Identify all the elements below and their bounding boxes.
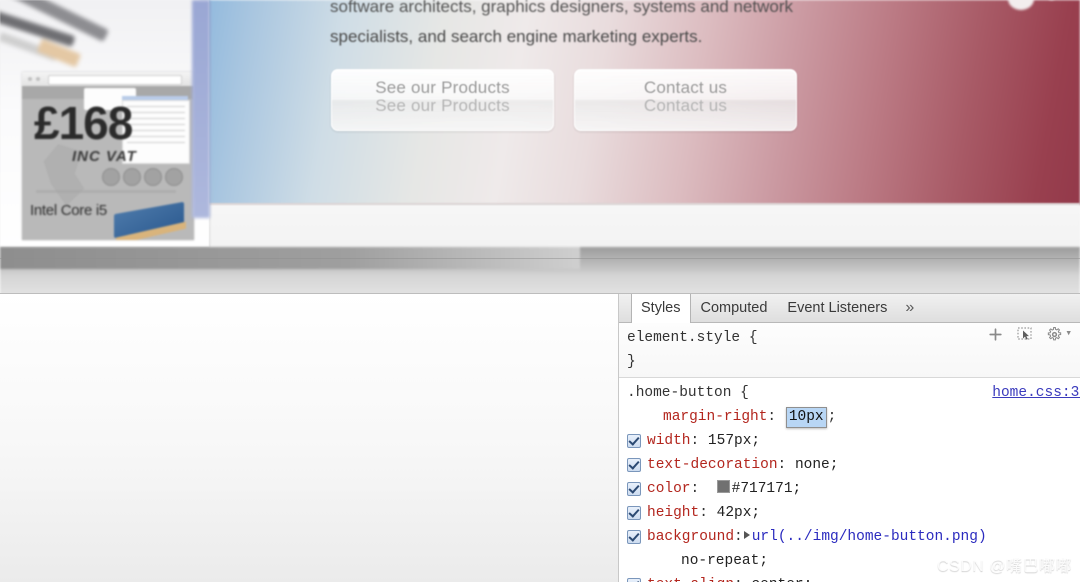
declaration-checkbox-disabled [627, 410, 639, 422]
element-state-icon[interactable] [1017, 327, 1033, 342]
property-value-height[interactable]: 42px; [717, 505, 761, 521]
margin-right-semicolon: ; [828, 409, 837, 425]
contact-us-label: Contact us [575, 78, 796, 98]
ad-feature-icons [102, 168, 183, 186]
product-ad-image[interactable]: £168 INC VAT Intel Core i5 [22, 72, 194, 240]
declaration-width[interactable]: width: 157px; [627, 429, 1080, 453]
gear-dropdown-caret[interactable]: ▾ [1065, 329, 1072, 340]
property-value-text-align[interactable]: center; [751, 577, 812, 582]
ad-vat-note: INC VAT [72, 148, 137, 165]
chevron-double-right-icon: » [905, 299, 914, 317]
element-style-rule: ▾ element.style { } [619, 323, 1080, 378]
see-our-products-bg-label: See our Products [332, 96, 553, 116]
property-name-margin-right[interactable]: margin-right [663, 409, 767, 425]
page-edge-accent [192, 0, 210, 218]
more-tabs-icon[interactable]: » [897, 294, 922, 322]
photo-fragment [0, 0, 110, 60]
declaration-background[interactable]: background:url(../img/home-button.png) [627, 525, 1080, 549]
element-style-close-brace: } [627, 350, 1080, 374]
ad-price: £168 [34, 100, 132, 146]
screenshot-root: software architects, graphics designers,… [0, 0, 1080, 582]
property-name-height[interactable]: height [647, 505, 699, 521]
stylesheet-source-link[interactable]: home.css:39 [992, 381, 1080, 405]
declaration-checkbox-background[interactable] [627, 530, 641, 544]
styles-tabbar: Styles Computed Event Listeners » [619, 294, 1080, 323]
home-button-rule-header: .home-button { home.css:39 [627, 381, 1080, 405]
ad-url-bar [48, 75, 182, 85]
contact-us-button[interactable]: Contact us Contact us [574, 69, 797, 131]
hero-paragraph: software architects, graphics designers,… [330, 0, 970, 52]
property-value-text-decoration[interactable]: none; [795, 457, 839, 473]
property-name-width[interactable]: width [647, 433, 691, 449]
property-value-width[interactable]: 157px; [708, 433, 760, 449]
webpage-preview: software architects, graphics designers,… [0, 0, 1080, 258]
home-button-rule: .home-button { home.css:39 margin-right:… [619, 378, 1080, 582]
ad-cpu-label: Intel Core i5 [30, 202, 107, 219]
declaration-checkbox-text-decoration[interactable] [627, 458, 641, 472]
devtools-panel: a> Styles Computed Event Listeners » [0, 293, 1080, 582]
expand-triangle-icon[interactable] [744, 531, 750, 539]
declaration-margin-right[interactable]: margin-right: 10px; [627, 405, 1080, 429]
color-swatch-icon[interactable] [717, 480, 730, 493]
contact-us-bg-label: Contact us [575, 96, 796, 116]
elements-dom-pane[interactable]: a> [0, 294, 619, 582]
separator-line [0, 258, 1080, 259]
property-name-color[interactable]: color [647, 481, 691, 497]
hero-line-1: software architects, graphics designers,… [330, 0, 970, 22]
gear-icon[interactable] [1047, 327, 1062, 342]
declaration-checkbox-width[interactable] [627, 434, 641, 448]
styles-toolbar: ▾ [988, 327, 1072, 342]
cta-button-row: See our Products See our Products Contac… [331, 69, 797, 131]
ad-fine-print [36, 190, 176, 193]
property-name-text-align[interactable]: text-align [647, 577, 734, 582]
tab-event-listeners-label: Event Listeners [787, 300, 887, 316]
declaration-text-align[interactable]: text-align: center; [627, 573, 1080, 582]
see-our-products-label: See our Products [332, 78, 553, 98]
property-value-background-url[interactable]: url(../img/home-button.png) [752, 529, 987, 545]
property-value-background-repeat[interactable]: no-repeat; [681, 553, 768, 569]
tab-styles-label: Styles [641, 300, 681, 316]
styles-pane: Styles Computed Event Listeners » [619, 294, 1080, 582]
tab-styles[interactable]: Styles [631, 294, 691, 323]
property-name-background[interactable]: background [647, 529, 734, 545]
sidebar-card: £168 INC VAT Intel Core i5 [0, 0, 209, 247]
declaration-height[interactable]: height: 42px; [627, 501, 1080, 525]
property-value-editor-margin-right[interactable]: 10px [786, 407, 827, 428]
declaration-checkbox-color[interactable] [627, 482, 641, 496]
declaration-text-decoration[interactable]: text-decoration: none; [627, 453, 1080, 477]
property-value-color[interactable]: #717171; [732, 481, 802, 497]
tab-computed-label: Computed [701, 300, 768, 316]
property-name-text-decoration[interactable]: text-decoration [647, 457, 778, 473]
declaration-checkbox-height[interactable] [627, 506, 641, 520]
tab-event-listeners[interactable]: Event Listeners [777, 294, 897, 322]
window-separator-band [0, 247, 1080, 295]
tab-computed[interactable]: Computed [691, 294, 778, 322]
declaration-background-continuation: no-repeat; [627, 549, 1080, 573]
declaration-color[interactable]: color: #717171; [627, 477, 1080, 501]
hero-line-2: specialists, and search engine marketing… [330, 22, 970, 52]
declaration-checkbox-text-align[interactable] [627, 578, 641, 582]
new-style-rule-icon[interactable] [988, 327, 1003, 342]
see-our-products-button[interactable]: See our Products See our Products [331, 69, 554, 131]
home-button-selector[interactable]: .home-button { [627, 385, 749, 401]
